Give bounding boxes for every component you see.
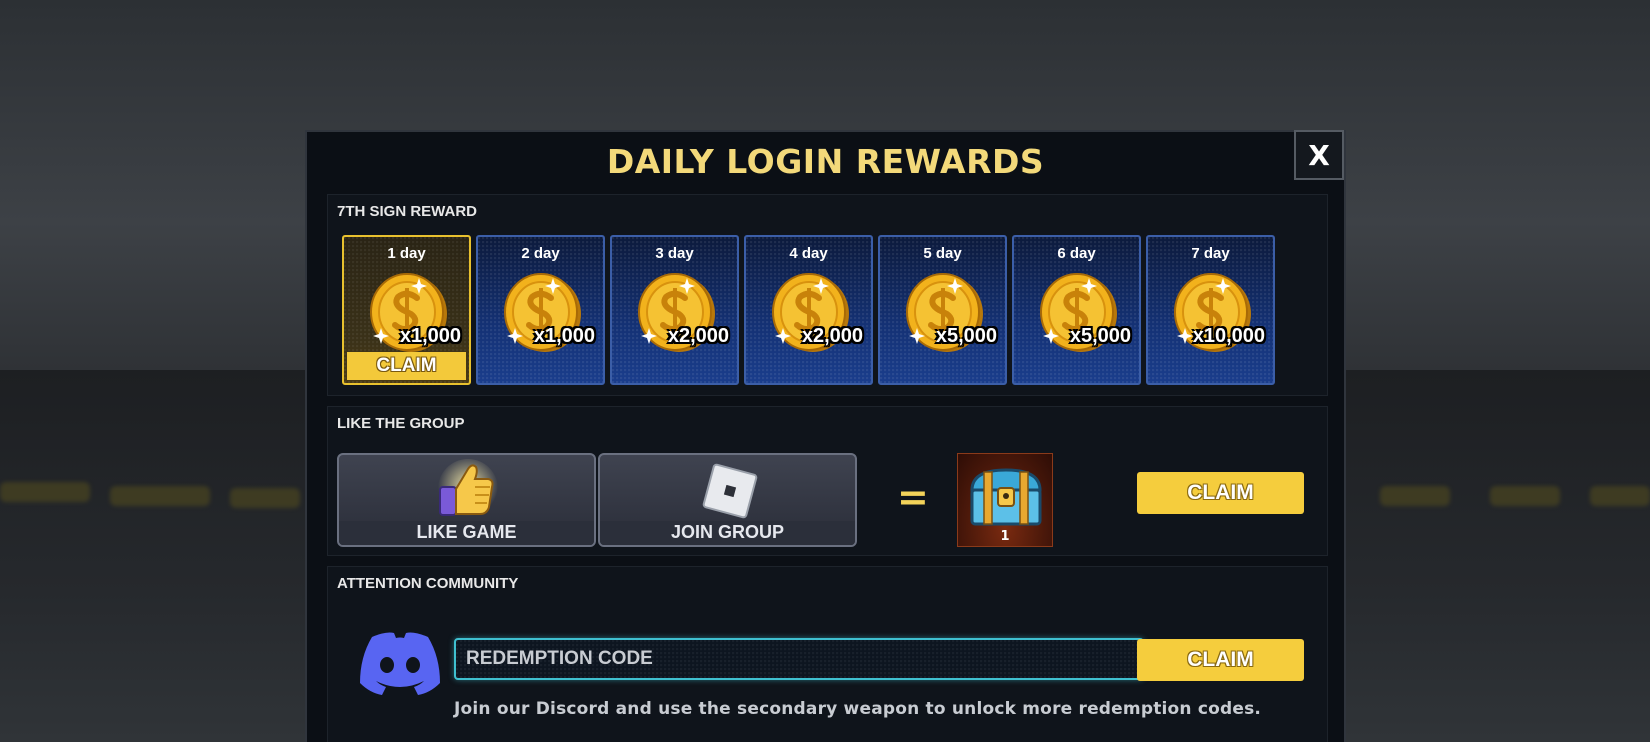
reward-amount: x5,000 bbox=[935, 325, 997, 347]
chest-icon bbox=[970, 468, 1042, 526]
day-reward-card: 7 day x10,000 bbox=[1146, 235, 1275, 385]
roblox-logo-icon bbox=[702, 463, 758, 519]
equals-sign: = bbox=[897, 475, 929, 519]
day-claim-button[interactable]: CLAIM bbox=[347, 352, 466, 380]
close-button[interactable]: X bbox=[1294, 130, 1344, 180]
floor-stripe bbox=[230, 488, 300, 508]
redemption-code-input[interactable]: REDEMPTION CODE bbox=[454, 638, 1144, 680]
reward-amount: x2,000 bbox=[801, 325, 863, 347]
close-icon: X bbox=[1308, 138, 1330, 172]
join-group-button[interactable]: JOIN GROUP bbox=[598, 453, 857, 547]
day-reward-card: 3 day x2,000 bbox=[610, 235, 739, 385]
thumbs-up-icon bbox=[438, 459, 498, 519]
reward-amount: x5,000 bbox=[1069, 325, 1131, 347]
floor-stripe bbox=[0, 482, 90, 502]
like-game-button[interactable]: LIKE GAME bbox=[337, 453, 596, 547]
day-reward-card[interactable]: 1 day x1,000 CLAIM bbox=[342, 235, 471, 385]
day-reward-card: 2 day x1,000 bbox=[476, 235, 605, 385]
floor-stripe bbox=[1590, 486, 1650, 506]
sign-reward-section: 7TH SIGN REWARD 1 day x1,000 CLAIM 2 day x1,… bbox=[327, 194, 1328, 396]
community-section: ATTENTION COMMUNITY REDEMPTION CODE CLAI… bbox=[327, 566, 1328, 742]
join-group-label: JOIN GROUP bbox=[670, 522, 785, 542]
floor-stripe bbox=[1380, 486, 1450, 506]
day-label: 6 day bbox=[1057, 245, 1096, 262]
reward-count: 1 bbox=[1000, 529, 1010, 544]
group-claim-button[interactable]: CLAIM bbox=[1137, 472, 1304, 514]
like-game-label: LIKE GAME bbox=[416, 522, 517, 542]
floor-stripe bbox=[110, 486, 210, 506]
daily-rewards-panel: DAILY LOGIN REWARDS 7TH SIGN REWARD 1 da… bbox=[305, 130, 1346, 742]
day-label: 2 day bbox=[521, 245, 560, 262]
reward-amount: x2,000 bbox=[667, 325, 729, 347]
day-label: 1 day bbox=[387, 245, 426, 262]
section-label: LIKE THE GROUP bbox=[337, 415, 465, 432]
panel-title: DAILY LOGIN REWARDS bbox=[606, 142, 1045, 181]
reward-amount: x1,000 bbox=[399, 325, 461, 347]
day-label: 3 day bbox=[655, 245, 694, 262]
code-claim-button[interactable]: CLAIM bbox=[1137, 639, 1304, 681]
day-reward-card: 4 day x2,000 bbox=[744, 235, 873, 385]
day-label: 5 day bbox=[923, 245, 962, 262]
reward-chest: 1 bbox=[957, 453, 1053, 547]
day-reward-card: 6 day x5,000 bbox=[1012, 235, 1141, 385]
floor-stripe bbox=[1490, 486, 1560, 506]
reward-amount: x10,000 bbox=[1192, 325, 1265, 347]
reward-amount: x1,000 bbox=[533, 325, 595, 347]
discord-hint-text: Join our Discord and use the secondary w… bbox=[454, 699, 1262, 719]
section-label: ATTENTION COMMUNITY bbox=[337, 575, 519, 592]
day-reward-card: 5 day x5,000 bbox=[878, 235, 1007, 385]
discord-icon bbox=[360, 632, 440, 695]
like-group-section: LIKE THE GROUP LIKE GAME JOIN GROUP = 1 … bbox=[327, 406, 1328, 556]
day-label: 7 day bbox=[1191, 245, 1230, 262]
day-label: 4 day bbox=[789, 245, 828, 262]
section-label: 7TH SIGN REWARD bbox=[337, 203, 478, 220]
